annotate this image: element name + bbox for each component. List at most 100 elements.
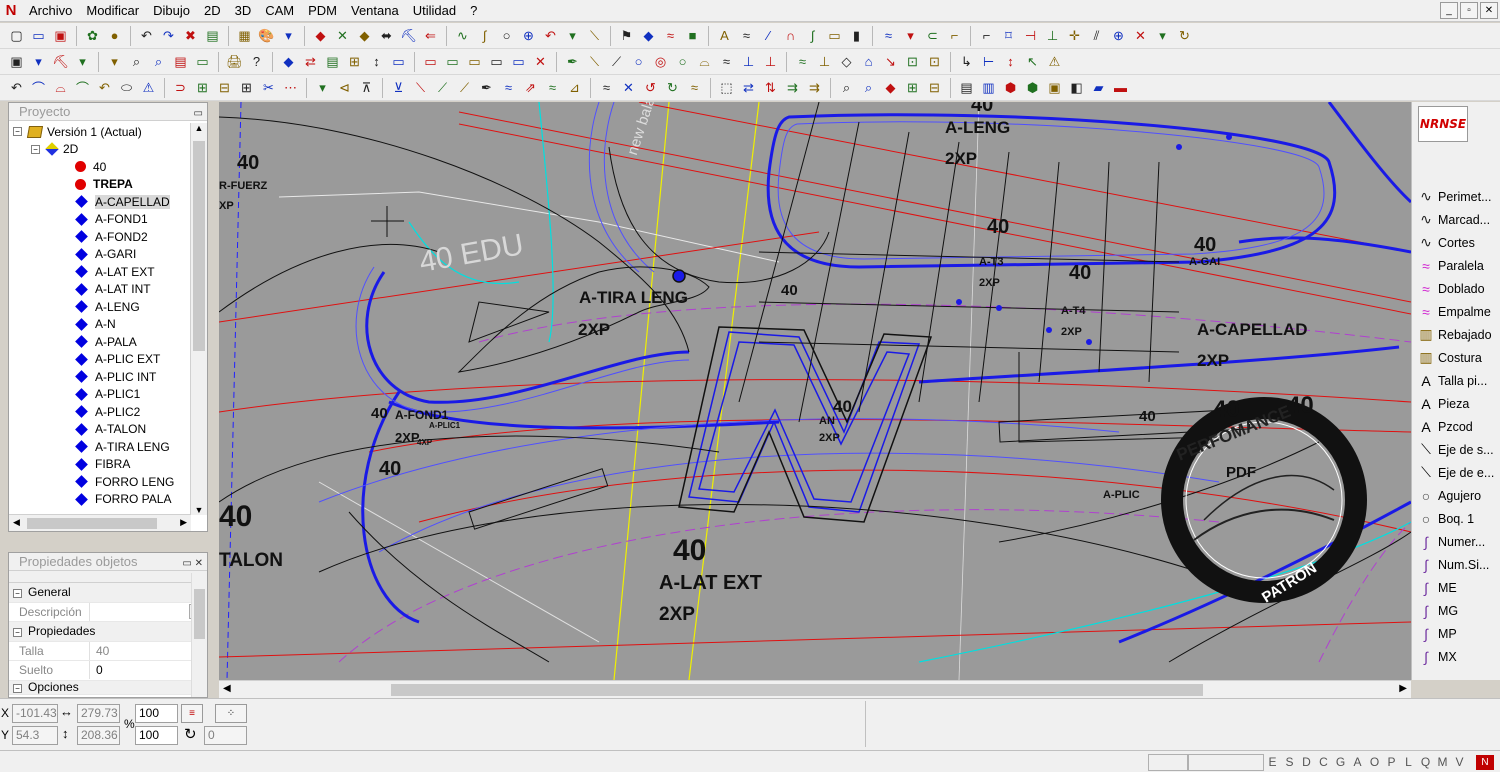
menu-modificar[interactable]: Modificar: [79, 0, 146, 22]
tool-item[interactable]: ∫ MG: [1416, 599, 1458, 622]
toolbar-button[interactable]: ⇄: [738, 77, 759, 98]
toolbar-button[interactable]: ✕: [618, 77, 639, 98]
toolbar-button[interactable]: ⊥: [1042, 25, 1063, 46]
toolbar-button[interactable]: ✕: [1130, 25, 1151, 46]
pin-close-icons[interactable]: ▭ ✕: [182, 555, 203, 573]
toolbar-button[interactable]: ◧: [1066, 77, 1087, 98]
toolbar-button[interactable]: ⌓: [694, 51, 715, 72]
toolbar-button[interactable]: ∩: [780, 25, 801, 46]
toolbar-button[interactable]: ▤: [322, 51, 343, 72]
toolbar-button[interactable]: ◆: [278, 51, 299, 72]
toolbar-button[interactable]: ⊼: [356, 77, 377, 98]
toolbar-button[interactable]: ⚑: [616, 25, 637, 46]
toolbar-button[interactable]: ⊣: [1020, 25, 1041, 46]
toolbar-button[interactable]: ⇐: [420, 25, 441, 46]
menu-dibujo[interactable]: Dibujo: [146, 0, 197, 22]
tool-item[interactable]: ○ Boq. 1: [1416, 507, 1474, 530]
toolbar-button[interactable]: ⌕: [148, 51, 169, 72]
tree-layer-item[interactable]: A-PLIC1: [9, 386, 191, 404]
toolbar-button[interactable]: ⛏: [398, 25, 419, 46]
group-general[interactable]: − General: [9, 583, 207, 603]
toolbar-button[interactable]: ≈: [542, 77, 563, 98]
tool-item[interactable]: ∿ Marcad...: [1416, 208, 1490, 231]
toolbar-button[interactable]: ▭: [442, 51, 463, 72]
canvas-horizontal-scrollbar[interactable]: ◀ ▶: [219, 680, 1411, 698]
toolbar-button[interactable]: ⌐: [944, 25, 965, 46]
menu-archivo[interactable]: Archivo: [22, 0, 79, 22]
collapse-icon[interactable]: −: [31, 144, 40, 154]
status-toggle[interactable]: Q: [1419, 754, 1432, 771]
menu-utilidad[interactable]: Utilidad: [406, 0, 463, 22]
status-toggle[interactable]: L: [1402, 754, 1415, 771]
toolbar-button[interactable]: ⊲: [334, 77, 355, 98]
status-toggle[interactable]: A: [1351, 754, 1364, 771]
toolbar-button[interactable]: ⛏: [50, 51, 71, 72]
tree-layer-item[interactable]: A-LAT INT: [9, 281, 191, 299]
status-toggle[interactable]: C: [1317, 754, 1330, 771]
tool-item[interactable]: ∿ Cortes: [1416, 231, 1475, 254]
toolbar-button[interactable]: ⟍: [584, 51, 605, 72]
toolbar-button[interactable]: ⊥: [760, 51, 781, 72]
toolbar-button[interactable]: ⌒: [28, 77, 49, 98]
toolbar-button[interactable]: ∿: [452, 25, 473, 46]
toolbar-button[interactable]: ●: [104, 25, 125, 46]
toolbar-button[interactable]: ⌕: [126, 51, 147, 72]
toolbar-button[interactable]: ⇉: [782, 77, 803, 98]
status-toggle[interactable]: D: [1300, 754, 1313, 771]
toolbar-button[interactable]: ▭: [824, 25, 845, 46]
toolbar-button[interactable]: ▭: [486, 51, 507, 72]
menu-3d[interactable]: 3D: [228, 0, 259, 22]
toolbar-button[interactable]: ▣: [50, 25, 71, 46]
toolbar-button[interactable]: ↶: [540, 25, 561, 46]
toolbar-button[interactable]: ▾: [900, 25, 921, 46]
toolbar-button[interactable]: ▰: [1088, 77, 1109, 98]
toolbar-button[interactable]: ■: [682, 25, 703, 46]
tree-layer-item[interactable]: A-TALON: [9, 421, 191, 439]
toolbar-button[interactable]: ⇄: [300, 51, 321, 72]
tree-layer-item[interactable]: A-GARI: [9, 246, 191, 264]
toolbar-button[interactable]: ⌂: [858, 51, 879, 72]
tree-layer-item[interactable]: FORRO PALA: [9, 491, 191, 509]
toolbar-button[interactable]: ≈: [716, 51, 737, 72]
toolbar-button[interactable]: ○: [496, 25, 517, 46]
tree-layer-item[interactable]: A-TIRA LENG: [9, 438, 191, 456]
toolbar-button[interactable]: ⊟: [924, 77, 945, 98]
toolbar-button[interactable]: ⊻: [388, 77, 409, 98]
width-field[interactable]: 279.73: [77, 704, 120, 723]
scale-x-field[interactable]: 100: [135, 704, 178, 723]
toolbar-button[interactable]: ⇉: [804, 77, 825, 98]
toolbar-button[interactable]: ↘: [880, 51, 901, 72]
toolbar-button[interactable]: ▣: [1044, 77, 1065, 98]
talla-field[interactable]: 40: [89, 641, 207, 660]
tree-version[interactable]: − Versión 1 (Actual): [9, 123, 191, 141]
toolbar-button[interactable]: ?: [246, 51, 267, 72]
menu-pdm[interactable]: PDM: [301, 0, 344, 22]
tool-item[interactable]: A Talla pi...: [1416, 369, 1487, 392]
toolbar-button[interactable]: ↖: [1022, 51, 1043, 72]
toolbar-button[interactable]: ▭: [508, 51, 529, 72]
tree-layer-item[interactable]: A-LENG: [9, 298, 191, 316]
tool-item[interactable]: ○ Agujero: [1416, 484, 1481, 507]
collapse-icon[interactable]: −: [13, 684, 22, 693]
x-field[interactable]: -101.43: [12, 704, 58, 723]
toolbar-button[interactable]: ▭: [420, 51, 441, 72]
toolbar-button[interactable]: ✂: [258, 77, 279, 98]
toolbar-button[interactable]: ⊡: [902, 51, 923, 72]
tool-item[interactable]: ∫ MX: [1416, 645, 1457, 668]
minimize-button[interactable]: _: [1440, 2, 1458, 19]
toolbar-button[interactable]: ↻: [662, 77, 683, 98]
toolbar-button[interactable]: ▤: [170, 51, 191, 72]
toolbar-button[interactable]: ▤: [956, 77, 977, 98]
status-toggle[interactable]: E: [1266, 754, 1279, 771]
toolbar-button[interactable]: ⊞: [192, 77, 213, 98]
toolbar-button[interactable]: ⟋: [454, 77, 475, 98]
toolbar-button[interactable]: ⬢: [1022, 77, 1043, 98]
toolbar-button[interactable]: ✒: [562, 51, 583, 72]
toolbar-button[interactable]: ⚠: [138, 77, 159, 98]
toolbar-button[interactable]: ⌑: [998, 25, 1019, 46]
tree-layer-item[interactable]: FORRO LENG: [9, 473, 191, 491]
toolbar-button[interactable]: ▾: [28, 51, 49, 72]
toolbar-button[interactable]: ≈: [792, 51, 813, 72]
menu-ventana[interactable]: Ventana: [344, 0, 406, 22]
tree-layer-item[interactable]: A-CAPELLAD: [9, 193, 191, 211]
